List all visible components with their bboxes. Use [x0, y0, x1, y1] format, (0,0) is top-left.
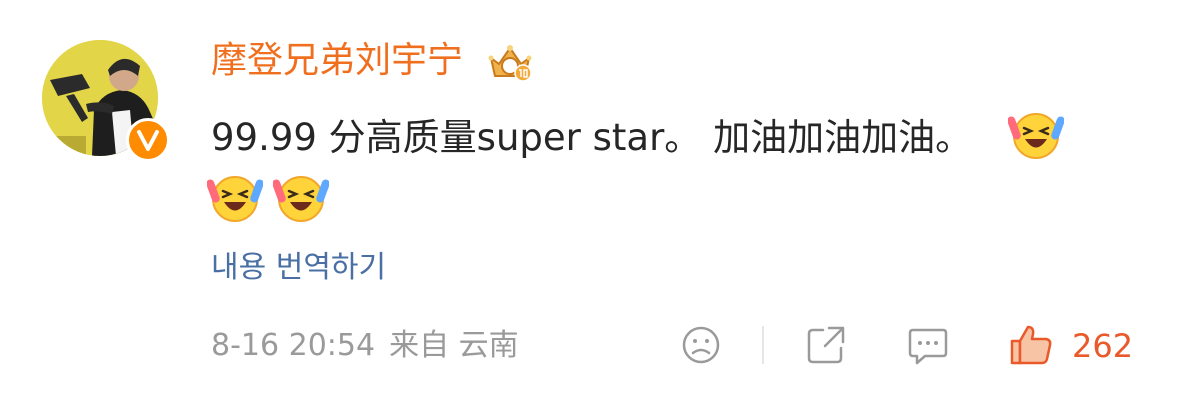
comment-icon[interactable] [905, 322, 951, 368]
crown-badge-icon[interactable] [485, 42, 535, 82]
laughing-emoji-icon [273, 176, 329, 222]
comment-text-line: 99.99 分高质量super star。 加油加油加油。 [211, 116, 973, 159]
comment-date: 8-16 20:54 [211, 328, 376, 363]
share-icon[interactable] [803, 322, 849, 368]
comment-text: 99.99 分高质量super star。 加油加油加油。 [207, 106, 1141, 232]
verified-icon [126, 118, 170, 162]
laughing-emoji-icon [207, 176, 263, 222]
comment-source: 来自 云南 [389, 328, 519, 363]
sad-face-icon[interactable] [678, 322, 724, 368]
comment-meta: 8-16 20:54 来自 云南 [211, 325, 533, 367]
action-divider [762, 326, 764, 364]
username[interactable]: 摩登兄弟刘宇宁 [211, 37, 463, 85]
comment-line: 99.99 分高质量super star。 加油加油加油。 [211, 106, 1141, 169]
emoji-line [207, 169, 1141, 232]
translate-link[interactable]: 내용 번역하기 [211, 247, 386, 289]
like-count[interactable]: 262 [1072, 325, 1133, 367]
laughing-emoji-icon [1007, 113, 1064, 159]
thumbs-up-icon[interactable] [1008, 322, 1054, 368]
